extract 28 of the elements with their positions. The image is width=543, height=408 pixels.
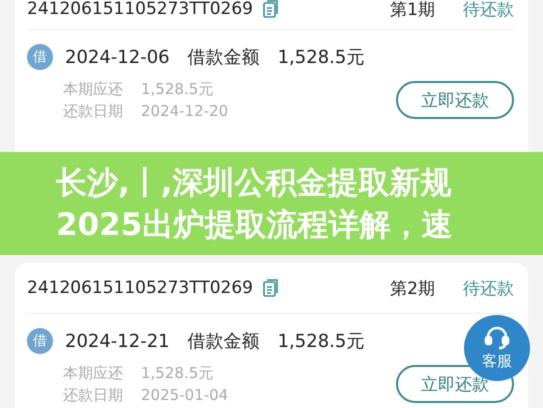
type-badge: 借	[27, 44, 53, 70]
copy-icon[interactable]	[262, 279, 279, 297]
detail-label: 本期应还	[63, 79, 123, 100]
detail-value: 2025-01-04	[141, 385, 228, 406]
banner-title: 2025出炉提取流程详解，速	[56, 206, 452, 244]
period-label: 第2期	[390, 278, 435, 300]
entry-label: 借款金额	[188, 330, 260, 353]
detail-value: 1,528.5元	[141, 363, 214, 384]
entry-amount: 1,528.5元	[278, 330, 364, 353]
pay-button[interactable]: 立即还款	[396, 81, 514, 119]
period-label: 第1期	[390, 0, 435, 20]
type-badge: 借	[27, 328, 53, 354]
status-label: 待还款	[463, 0, 514, 20]
copy-icon[interactable]	[262, 0, 279, 18]
banner-title: 长沙,丨,深圳公积金提取新规	[56, 164, 452, 202]
entry-date: 2024-12-06	[65, 46, 170, 68]
order-number: 241206151105273TT0269	[27, 0, 253, 19]
detail-value: 1,528.5元	[141, 79, 214, 100]
detail-label: 本期应还	[63, 363, 123, 384]
detail-value: 2024-12-20	[141, 101, 228, 122]
order-number: 241206151105273TT0269	[27, 278, 253, 298]
entry-date: 2024-12-21	[65, 330, 170, 352]
detail-label: 还款日期	[63, 385, 123, 406]
entry-label: 借款金额	[188, 46, 260, 69]
entry-amount: 1,528.5元	[278, 46, 364, 69]
detail-label: 还款日期	[63, 101, 123, 122]
headset-icon	[484, 326, 510, 350]
status-label: 待还款	[463, 278, 514, 300]
